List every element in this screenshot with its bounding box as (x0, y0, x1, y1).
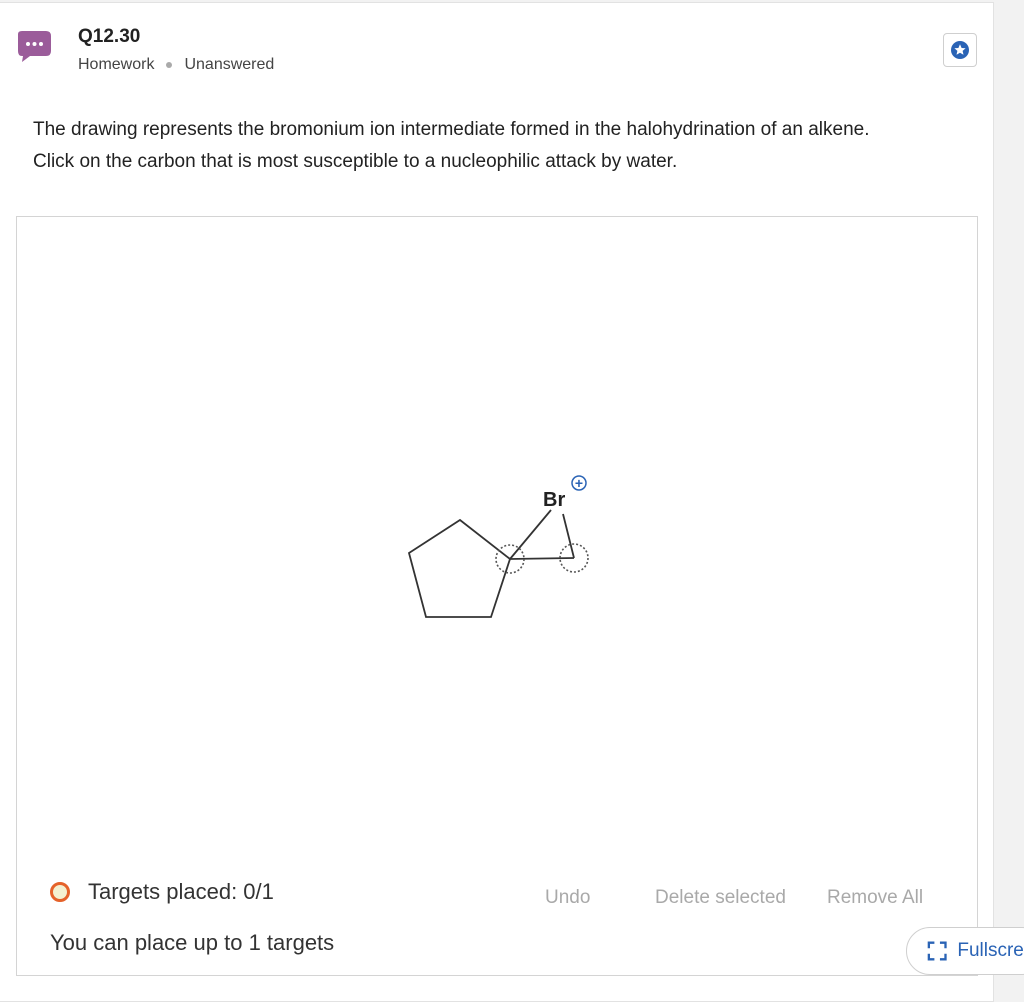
target-status-icon (50, 882, 70, 902)
question-number: Q12.30 (78, 26, 141, 47)
fullscreen-button[interactable]: Fullscreen (906, 927, 1024, 975)
star-button[interactable] (943, 33, 977, 67)
bond-c1-br (509, 509, 552, 560)
targets-hint: You can place up to 1 targets (50, 930, 335, 955)
separator-dot-icon (166, 62, 173, 68)
delete-selected-button[interactable]: Delete selected (655, 887, 786, 909)
chat-bubble-icon (18, 31, 51, 62)
question-status: Unanswered (184, 56, 275, 73)
bromine-label: Br (543, 489, 565, 511)
prompt-line-2: Click on the carbon that is most suscept… (33, 151, 678, 172)
undo-button[interactable]: Undo (545, 887, 590, 909)
question-prompt: The drawing represents the bromonium ion… (33, 114, 973, 178)
question-card: Q12.30 Homework Unanswered The drawing r… (0, 2, 994, 1002)
question-meta: Homework Unanswered (78, 56, 274, 74)
fullscreen-label: Fullscreen (957, 940, 1024, 961)
question-category: Homework (78, 56, 155, 73)
fullscreen-icon (927, 941, 947, 961)
remove-all-button[interactable]: Remove All (827, 887, 923, 909)
targets-placed-text: Targets placed: 0/1 (88, 879, 274, 904)
drawing-canvas[interactable]: Br + (16, 216, 978, 976)
targets-status: Targets placed: 0/1 (50, 879, 274, 905)
charge-symbol: + (575, 475, 583, 491)
star-badge-icon (951, 41, 969, 59)
bromonium-structure: Br + (407, 475, 589, 618)
prompt-line-1: The drawing represents the bromonium ion… (33, 119, 870, 140)
bond-c1-c2 (509, 557, 575, 560)
cyclopentane-ring (407, 518, 511, 618)
bond-br-c2 (562, 513, 575, 559)
